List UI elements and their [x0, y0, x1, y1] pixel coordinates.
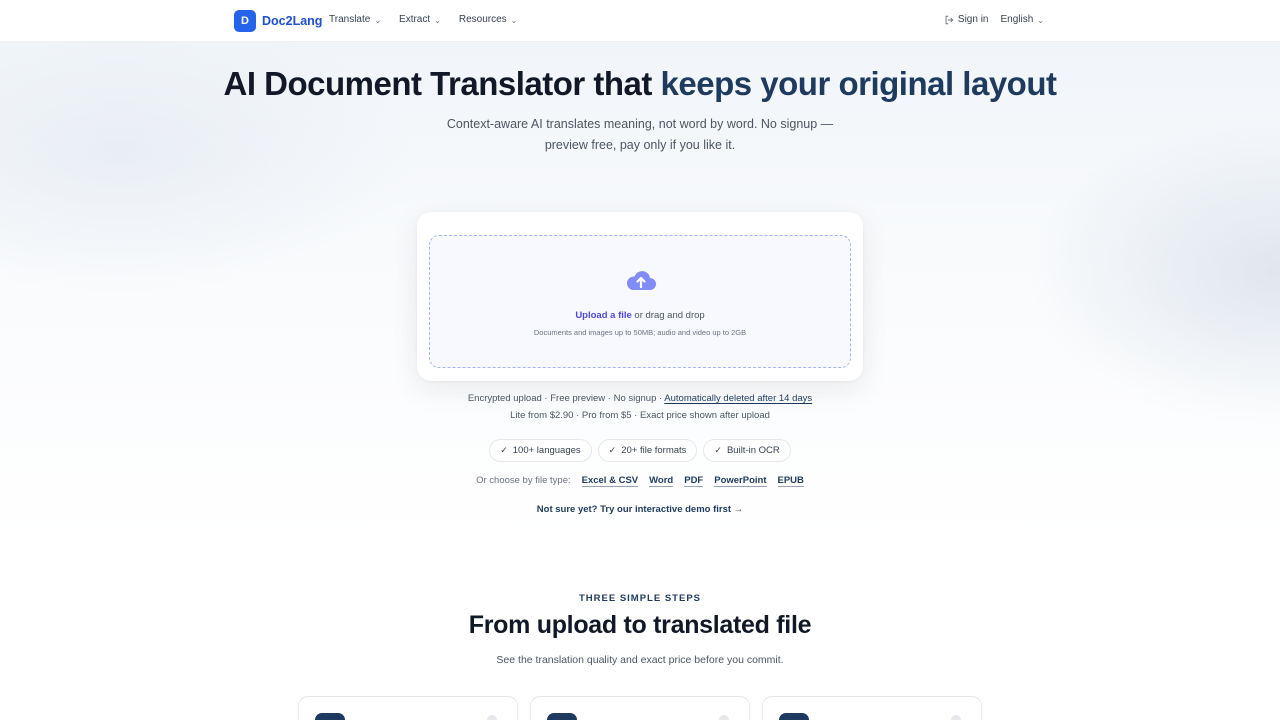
- demo-section: Not sure yet? Try our interactive demo f…: [0, 504, 1280, 515]
- steps-subtitle: See the translation quality and exact pr…: [496, 654, 784, 666]
- top-navbar: D Doc2Lang Translate ⌄ Extract ⌄ Resourc…: [0, 0, 1280, 42]
- hero-subtitle: Context-aware AI translates meaning, not…: [0, 114, 1280, 156]
- pricing-line: Lite from $2.90 · Pro from $5 · Exact pr…: [510, 410, 770, 421]
- pill-label: 100+ languages: [512, 445, 581, 456]
- language-label: English: [1000, 14, 1034, 25]
- check-icon: ✓: [608, 445, 617, 455]
- info-line-1: Encrypted upload · Free preview · No sig…: [0, 393, 1280, 404]
- nav-right: Sign in English ⌄: [944, 14, 1044, 25]
- auto-delete-link[interactable]: Automatically deleted after 14 days: [664, 393, 812, 404]
- filetype-epub[interactable]: EPUB: [777, 475, 804, 487]
- step-card-2: [530, 696, 750, 720]
- nav-resources-label: Resources: [458, 14, 507, 25]
- file-dropzone[interactable]: Upload a file or drag and drop Documents…: [429, 235, 851, 368]
- interactive-demo-link[interactable]: Not sure yet? Try our interactive demo f…: [537, 504, 743, 515]
- sign-in-label: Sign in: [957, 14, 989, 25]
- check-icon: ✓: [714, 445, 722, 455]
- upload-card: Upload a file or drag and drop Documents…: [417, 212, 863, 381]
- filetype-word[interactable]: Word: [649, 475, 674, 487]
- step-icon: [547, 713, 577, 720]
- nav-translate-label: Translate: [329, 14, 371, 25]
- file-type-links: Or choose by file type: Excel & CSV Word…: [0, 475, 1280, 487]
- chevron-down-icon: ⌄: [374, 16, 382, 25]
- filetype-pdf[interactable]: PDF: [684, 475, 704, 487]
- chevron-down-icon: ⌄: [510, 16, 518, 25]
- brand-name: Doc2Lang: [262, 14, 323, 28]
- step-card-1: [298, 696, 518, 720]
- steps-title: From upload to translated file: [468, 611, 812, 639]
- upload-file-link[interactable]: Upload a file: [575, 310, 631, 321]
- hero-subtitle-line2: preview free, pay only if you like it.: [544, 138, 736, 152]
- hero-subtitle-line1: Context-aware AI translates meaning, not…: [446, 117, 834, 131]
- cloud-upload-icon: [626, 271, 656, 290]
- drop-instruction: Upload a file or drag and drop: [430, 310, 850, 321]
- step-card-3: [762, 696, 982, 720]
- logo-mark: D: [234, 10, 256, 32]
- nav-resources[interactable]: Resources ⌄: [459, 14, 518, 25]
- pill-file-formats: ✓ 20+ file formats: [597, 439, 698, 462]
- file-type-label: Or choose by file type:: [476, 475, 571, 486]
- pill-languages: ✓ 100+ languages: [489, 439, 592, 462]
- pill-label: 20+ file formats: [621, 445, 687, 456]
- hero-section: AI Document Translator that keeps your o…: [0, 65, 1280, 156]
- check-icon: ✓: [500, 445, 508, 455]
- language-selector[interactable]: English ⌄: [1000, 14, 1044, 25]
- step-icon: [315, 713, 345, 720]
- feature-pills: ✓ 100+ languages ✓ 20+ file formats ✓ Bu…: [0, 439, 1280, 462]
- upload-limits-note: Documents and images up to 50MB; audio a…: [533, 328, 747, 337]
- hero-title: AI Document Translator that keeps your o…: [0, 65, 1280, 102]
- step-decoration: [487, 715, 497, 720]
- step-decoration: [719, 715, 729, 720]
- chevron-down-icon: ⌄: [1037, 16, 1044, 25]
- sign-in-link[interactable]: Sign in: [944, 14, 989, 25]
- chevron-down-icon: ⌄: [434, 16, 441, 25]
- upload-info: Encrypted upload · Free preview · No sig…: [0, 393, 1280, 421]
- info-line-1-text: Encrypted upload · Free preview · No sig…: [467, 393, 665, 404]
- brand-logo[interactable]: D Doc2Lang: [234, 10, 322, 32]
- step-decoration: [951, 715, 961, 720]
- filetype-powerpoint[interactable]: PowerPoint: [714, 475, 767, 487]
- pill-ocr: ✓ Built-in OCR: [703, 439, 791, 462]
- filetype-excel-csv[interactable]: Excel & CSV: [581, 475, 639, 487]
- steps-eyebrow: THREE SIMPLE STEPS: [579, 593, 701, 604]
- step-icon: [779, 713, 809, 720]
- drag-drop-text: or drag and drop: [631, 310, 705, 321]
- sign-in-icon: [945, 15, 954, 24]
- hero-title-plain: AI Document Translator that: [223, 65, 661, 102]
- nav-extract[interactable]: Extract ⌄: [399, 14, 441, 25]
- nav-menu: Translate ⌄ Extract ⌄ Resources ⌄: [329, 14, 517, 25]
- hero-title-accent: keeps your original layout: [660, 65, 1057, 102]
- nav-extract-label: Extract: [399, 14, 431, 25]
- nav-translate[interactable]: Translate ⌄: [329, 14, 381, 25]
- pill-label: Built-in OCR: [726, 445, 780, 456]
